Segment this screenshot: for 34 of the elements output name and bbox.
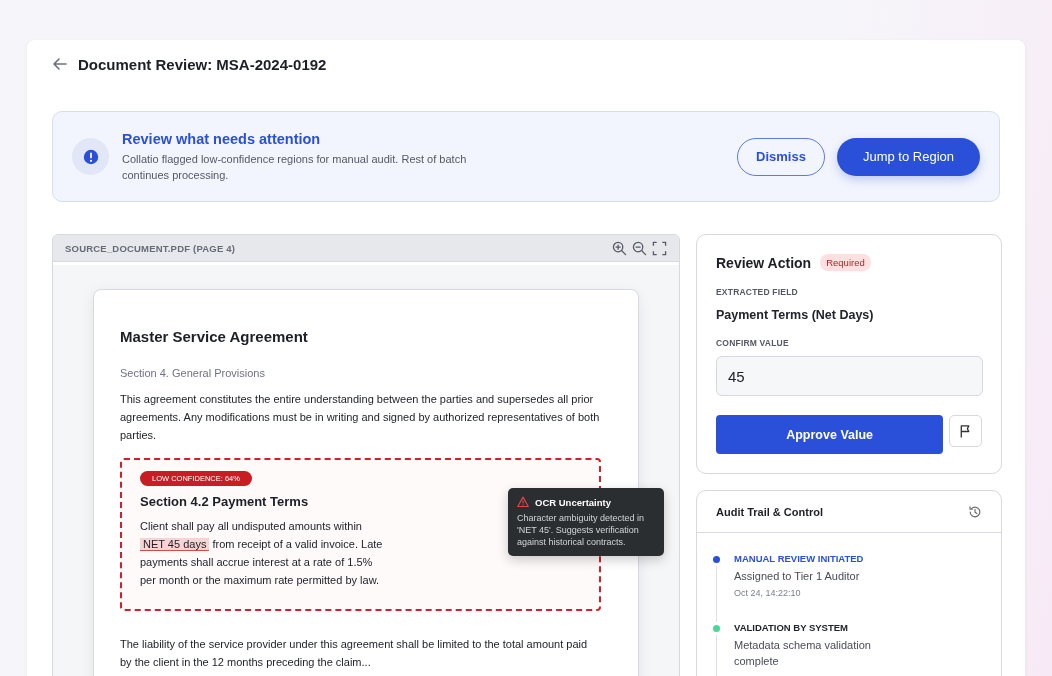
region-heading: Section 4.2 Payment Terms: [140, 494, 309, 509]
tooltip-title: OCR Uncertainty: [535, 496, 611, 508]
field-label: CONFIRM VALUE: [716, 338, 790, 348]
flag-button[interactable]: [949, 415, 982, 447]
panel-title: Review Action: [716, 254, 812, 271]
document-paragraph: This agreement constitutes the entire understanding between the parties and supersedes all prior agreements. Any modifications must be in writing and signed by authorized representatives of both parties.: [120, 392, 600, 443]
jump-button[interactable]: Jump to Region: [836, 137, 980, 176]
field-label: EXTRACTED FIELD: [716, 287, 799, 297]
region-paragraph: Client shall pay all undisputed amounts within NET 45 days from receipt of a valid invoice. Late payments shall accrue interest at a rate of 1.5% per month or the maximum rate permitted by law.: [140, 519, 384, 588]
file-name: SOURCE_DOCUMENT.PDF (PAGE 4): [65, 242, 236, 254]
event-time: Oct 24, 14:22:10: [734, 588, 802, 598]
event-title[interactable]: VALIDATION BY SYSTEM: [734, 622, 914, 633]
tooltip-text: Character ambiguity detected in 'NET 45'. Suggests verification against historical contracts.: [517, 512, 646, 548]
document-paragraph: The liability of the service provider under this agreement shall be limited to the total amount paid by the client in the 12 months preceding the claim...: [120, 637, 589, 670]
document-title: Master Service Agreement: [120, 328, 309, 345]
event-detail: Assigned to Tier 1 Auditor: [734, 569, 861, 584]
back-arrow-icon[interactable]: [52, 56, 68, 72]
fullscreen-icon[interactable]: [652, 240, 667, 256]
alert-icon: [72, 138, 109, 175]
alert-title: Review what needs attention: [122, 130, 322, 147]
alert-message: Collatio flagged low-confidence regions for manual audit. Rest of batch continues processing.: [122, 151, 468, 183]
section-label: Section 4. General Provisions: [120, 367, 266, 379]
field-name: Payment Terms (Net Days): [716, 308, 875, 322]
event-title[interactable]: MANUAL REVIEW INITIATED: [734, 553, 914, 564]
history-icon[interactable]: [968, 504, 982, 519]
panel-title: Audit Trail & Control: [716, 505, 823, 518]
zoom-out-icon[interactable]: [632, 240, 647, 256]
approve-button[interactable]: Approve Value: [716, 415, 944, 454]
page-title: Document Review: MSA-2024-0192: [78, 55, 327, 73]
zoom-in-icon[interactable]: [612, 240, 627, 256]
required-badge: Required: [820, 254, 871, 271]
event-detail: Metadata schema validation complete: [734, 638, 872, 669]
warning-icon: [517, 496, 529, 508]
value-input[interactable]: 45: [716, 356, 983, 396]
